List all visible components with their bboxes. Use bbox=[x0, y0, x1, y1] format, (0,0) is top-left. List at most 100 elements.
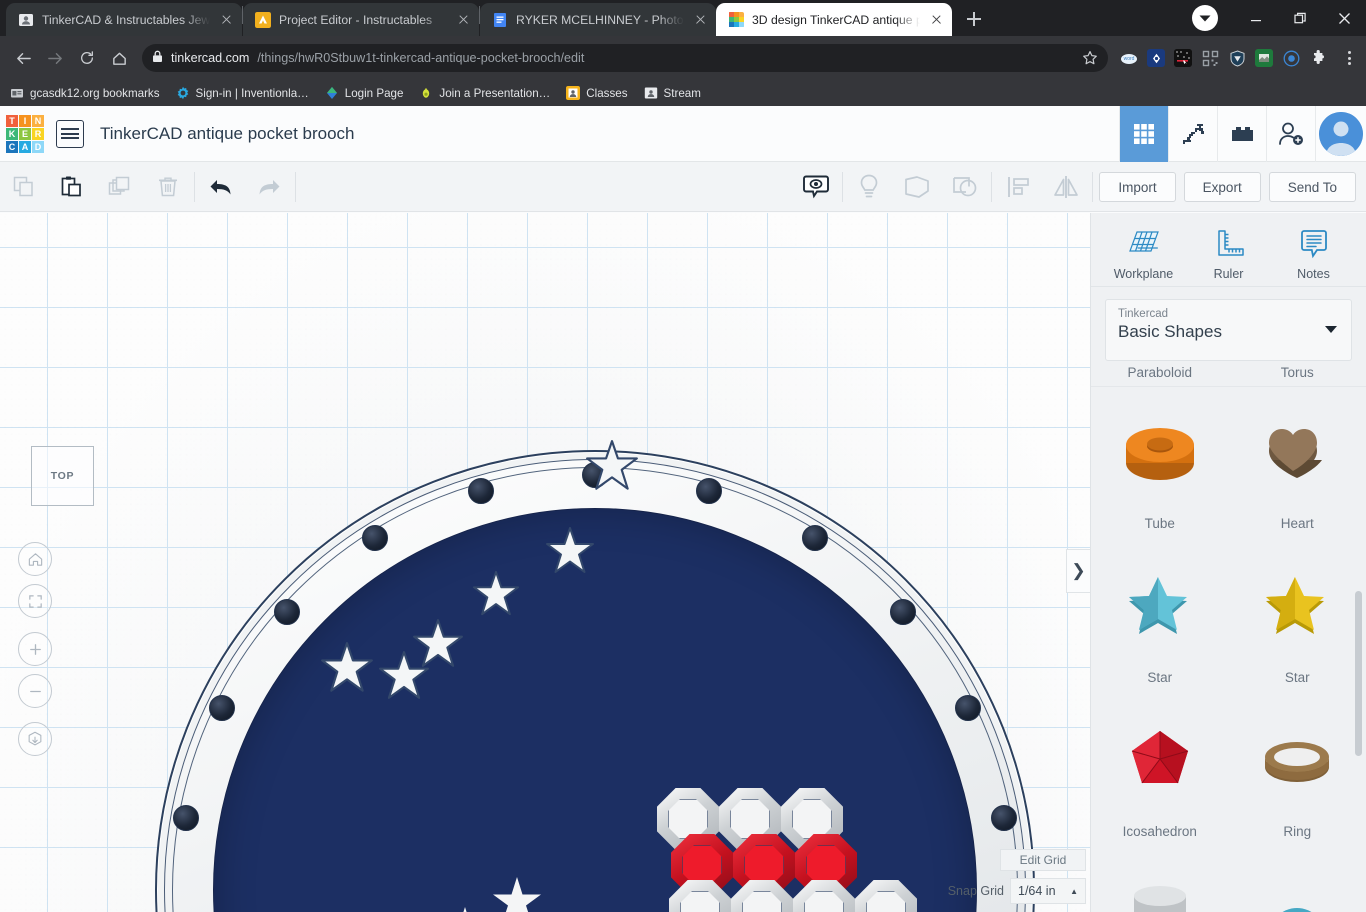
word-cloud-ext-icon[interactable]: word bbox=[1120, 49, 1138, 67]
back-button[interactable] bbox=[8, 43, 38, 73]
shape-item-star-yellow[interactable]: Star bbox=[1229, 541, 1366, 695]
ungroup-icon[interactable] bbox=[941, 162, 989, 212]
fit-to-view-icon[interactable] bbox=[18, 584, 52, 618]
brooch-gem-white[interactable] bbox=[657, 788, 719, 850]
shape-item-tube[interactable]: Tube bbox=[1091, 387, 1229, 541]
profile-badge-icon[interactable] bbox=[1192, 5, 1218, 31]
brooch-gem-red[interactable] bbox=[733, 834, 795, 896]
shape-library-select[interactable]: Tinkercad Basic Shapes bbox=[1105, 299, 1352, 361]
puzzle-ext-icon[interactable] bbox=[1309, 49, 1327, 67]
home-button[interactable] bbox=[104, 43, 134, 73]
shield-ext-icon[interactable] bbox=[1228, 49, 1246, 67]
brooch-rivet[interactable] bbox=[954, 695, 981, 722]
workplane-tool[interactable]: Workplane bbox=[1106, 227, 1182, 281]
minimize-button[interactable] bbox=[1234, 2, 1278, 34]
brooch-rivet[interactable] bbox=[362, 525, 389, 552]
brooch-shape[interactable] bbox=[155, 450, 1035, 912]
bookmark-item[interactable]: Classes bbox=[566, 86, 628, 100]
reload-button[interactable] bbox=[72, 43, 102, 73]
snap-grid-select[interactable]: 1/64 in ▲ bbox=[1010, 878, 1086, 904]
new-tab-button[interactable] bbox=[960, 5, 988, 33]
paste-icon[interactable] bbox=[48, 162, 96, 212]
brooch-rivet[interactable] bbox=[801, 525, 828, 552]
add-person-icon[interactable] bbox=[1266, 105, 1315, 162]
ortho-perspective-toggle-icon[interactable] bbox=[18, 722, 52, 756]
user-avatar[interactable] bbox=[1315, 105, 1366, 162]
close-window-button[interactable] bbox=[1322, 2, 1366, 34]
brooch-gem-red[interactable] bbox=[795, 834, 857, 896]
browser-tab-active[interactable]: 3D design TinkerCAD antique po bbox=[716, 3, 952, 36]
shape-item-heart[interactable]: Heart bbox=[1229, 387, 1366, 541]
panel-scrollbar[interactable] bbox=[1355, 591, 1362, 756]
shape-item-star-teal[interactable]: Star bbox=[1091, 541, 1229, 695]
floating-star[interactable] bbox=[585, 439, 639, 493]
delete-trash-icon[interactable] bbox=[144, 162, 192, 212]
shape-item-dome[interactable] bbox=[1229, 849, 1366, 912]
floating-star[interactable] bbox=[472, 570, 520, 618]
shape-item-ring[interactable]: Ring bbox=[1229, 695, 1366, 849]
bookmark-item[interactable]: Login Page bbox=[325, 86, 403, 100]
green-doc-ext-icon[interactable] bbox=[1255, 49, 1273, 67]
chrome-menu-icon[interactable] bbox=[1340, 49, 1358, 67]
edit-grid-button[interactable]: Edit Grid bbox=[1000, 849, 1086, 871]
close-icon[interactable] bbox=[218, 12, 234, 28]
browser-tab[interactable]: TinkerCAD & Instructables Jewel bbox=[6, 3, 242, 36]
brooch-rivet[interactable] bbox=[696, 478, 723, 505]
forward-button[interactable] bbox=[40, 43, 70, 73]
align-icon[interactable] bbox=[994, 162, 1042, 212]
zoom-out-icon[interactable] bbox=[18, 674, 52, 708]
view-cube[interactable]: TOP bbox=[31, 446, 94, 506]
undo-icon[interactable] bbox=[197, 162, 245, 212]
tinkercad-logo[interactable]: TIN KER CAD bbox=[6, 114, 44, 153]
bookmark-item[interactable]: Stream bbox=[644, 86, 701, 100]
qr-code-ext-icon[interactable] bbox=[1201, 49, 1219, 67]
pickaxe-icon[interactable] bbox=[1168, 105, 1217, 162]
brooch-gem-white[interactable] bbox=[855, 880, 917, 912]
brooch-rivet[interactable] bbox=[467, 478, 494, 505]
floating-star[interactable] bbox=[412, 618, 464, 670]
blue-diamond-ext-icon[interactable] bbox=[1147, 49, 1165, 67]
import-button[interactable]: Import bbox=[1099, 172, 1176, 202]
brooch-rivet[interactable] bbox=[273, 599, 300, 626]
notes-tool[interactable]: Notes bbox=[1276, 227, 1352, 281]
copy-icon[interactable] bbox=[0, 162, 48, 212]
bookmark-item[interactable]: gcasdk12.org bookmarks bbox=[10, 86, 160, 100]
group-icon[interactable] bbox=[893, 162, 941, 212]
brooch-gem-white[interactable] bbox=[793, 880, 855, 912]
blocks-grid-icon[interactable] bbox=[1119, 105, 1168, 162]
design-canvas[interactable]: TOP ❯ Edit Grid Snap Grid 1/64 in ▲ bbox=[0, 213, 1090, 912]
redo-icon[interactable] bbox=[245, 162, 293, 212]
export-button[interactable]: Export bbox=[1183, 172, 1261, 202]
bookmark-item[interactable]: Join a Presentation… bbox=[419, 86, 550, 100]
brick-icon[interactable] bbox=[1217, 105, 1266, 162]
shapes-scroll-area[interactable]: Paraboloid Torus Tube Heart Star Star Ic… bbox=[1091, 365, 1366, 912]
brooch-gem-white[interactable] bbox=[781, 788, 843, 850]
bookmark-item[interactable]: Sign-in | Inventionla… bbox=[176, 86, 309, 100]
address-bar[interactable]: tinkercad.com/things/hwR0Stbuw1t-tinkerc… bbox=[142, 44, 1108, 72]
close-icon[interactable] bbox=[455, 12, 471, 28]
shape-item-cylinder[interactable] bbox=[1091, 849, 1229, 912]
floating-star[interactable] bbox=[378, 650, 430, 702]
bookmark-star-icon[interactable] bbox=[1082, 50, 1098, 66]
browser-tab[interactable]: RYKER MCELHINNEY - Photo Do bbox=[480, 3, 716, 36]
list-menu-icon[interactable] bbox=[56, 119, 84, 148]
close-icon[interactable] bbox=[928, 12, 944, 28]
browser-tab[interactable]: Project Editor - Instructables bbox=[243, 3, 479, 36]
zoom-in-icon[interactable] bbox=[18, 632, 52, 666]
brooch-rivet[interactable] bbox=[890, 599, 917, 626]
floating-star[interactable] bbox=[545, 526, 595, 576]
shape-item-icosahedron[interactable]: Icosahedron bbox=[1091, 695, 1229, 849]
lightbulb-icon[interactable] bbox=[845, 162, 893, 212]
maximize-button[interactable] bbox=[1278, 2, 1322, 34]
ruler-tool[interactable]: Ruler bbox=[1191, 227, 1267, 281]
brooch-gem-white[interactable] bbox=[669, 880, 731, 912]
show-hide-eye-icon[interactable] bbox=[792, 162, 840, 212]
send-to-button[interactable]: Send To bbox=[1268, 172, 1356, 202]
brooch-gem-white[interactable] bbox=[719, 788, 781, 850]
panel-expand-toggle[interactable]: ❯ bbox=[1066, 549, 1090, 593]
brooch-rivet[interactable] bbox=[209, 695, 235, 722]
qr-scan-ext-icon[interactable] bbox=[1174, 49, 1192, 67]
brooch-rivet[interactable] bbox=[582, 462, 608, 488]
blue-circle-ext-icon[interactable] bbox=[1282, 49, 1300, 67]
brooch-gem-white[interactable] bbox=[731, 880, 793, 912]
